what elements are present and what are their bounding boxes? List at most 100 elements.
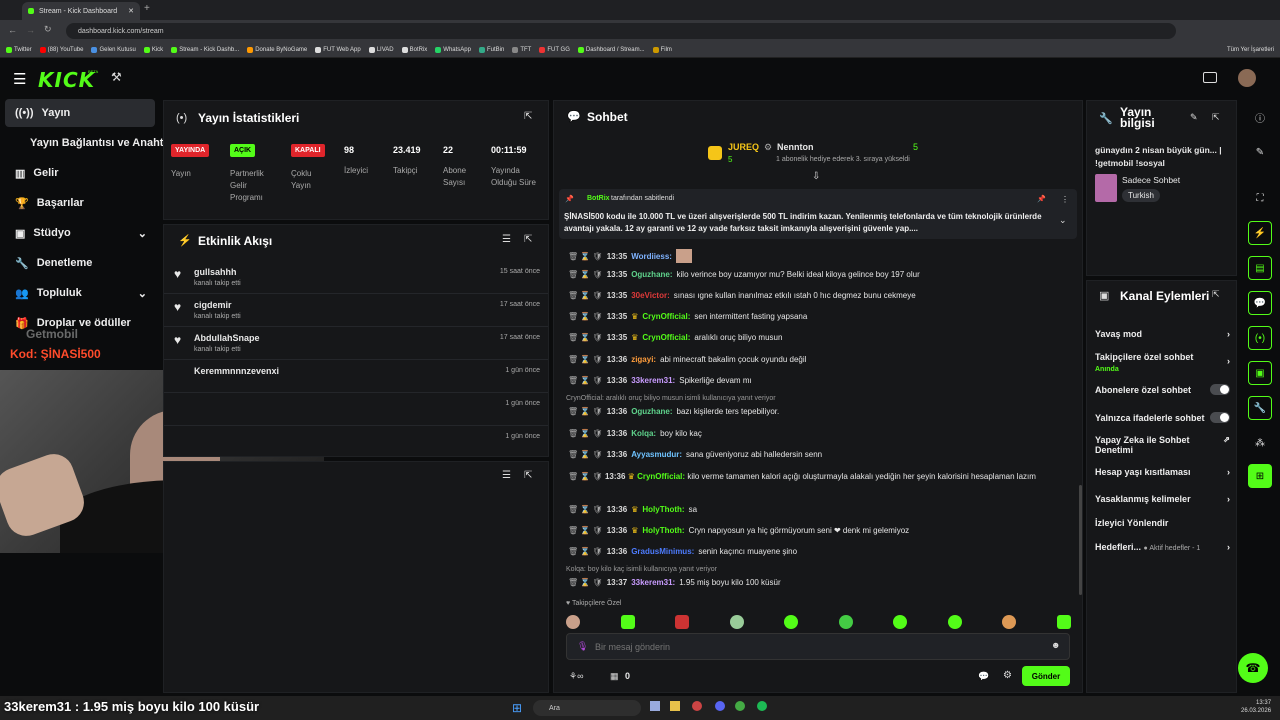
action-raid[interactable]: İzleyici Yönlendir: [1095, 518, 1230, 528]
all-bookmarks[interactable]: Tüm Yer İşaretleri: [1227, 47, 1274, 53]
activity-user[interactable]: Keremmnnnzevenxi: [194, 366, 279, 376]
bookmark[interactable]: (88) YouTube: [39, 46, 83, 53]
discord-icon[interactable]: [715, 701, 725, 711]
app-icon[interactable]: [692, 701, 702, 711]
emote-icon[interactable]: [675, 615, 690, 629]
emotes-only-toggle[interactable]: [1210, 412, 1230, 423]
bookmark[interactable]: FUT Web App: [315, 46, 361, 53]
chat-user[interactable]: Wordiiess:: [631, 252, 672, 261]
gift-sub-icon[interactable]: ⚘∞: [569, 671, 583, 682]
expand-icon[interactable]: ⇩: [812, 171, 820, 182]
bookmark[interactable]: Gelen Kutusu: [91, 46, 136, 53]
action-ai-moderation[interactable]: Yapay Zeka ile Sohbet Denetimi ⇗: [1095, 435, 1230, 455]
activity-user[interactable]: AbdullahSnape: [194, 333, 260, 343]
emote-icon[interactable]: [1056, 615, 1071, 629]
nav-item-community[interactable]: 👥 Topluluk ⌄: [5, 279, 155, 307]
file-explorer-icon[interactable]: [670, 701, 680, 711]
bookmark[interactable]: FutBin: [478, 46, 504, 53]
emote-icon[interactable]: [1002, 615, 1017, 629]
gifter-name[interactable]: Nennton: [777, 142, 814, 152]
bolt-icon[interactable]: ⚡: [1248, 221, 1272, 245]
chat-user[interactable]: zigayi:: [631, 355, 656, 364]
menu-icon[interactable]: ☰: [13, 70, 26, 88]
bookmark[interactable]: Twitter: [6, 46, 32, 53]
document-icon[interactable]: ▤: [1248, 256, 1272, 280]
unpin-icon[interactable]: 📌: [1037, 195, 1046, 203]
apps-icon[interactable]: ⁂: [1248, 431, 1272, 455]
moderation-icon[interactable]: ▣: [1248, 361, 1272, 385]
mod-icons[interactable]: 🗑 ⌛ 🛡: [568, 333, 603, 342]
url-field[interactable]: dashboard.kick.com/stream: [66, 23, 1176, 39]
forward-icon[interactable]: →: [26, 25, 35, 35]
chevron-down-icon[interactable]: ⌄: [1059, 215, 1067, 226]
bookmark[interactable]: TFT: [512, 46, 531, 53]
mod-icons[interactable]: 🗑 ⌛ 🛡: [568, 578, 603, 587]
close-tab-icon[interactable]: ✕: [128, 7, 134, 15]
mod-icons[interactable]: 🗑 ⌛ 🛡: [568, 376, 603, 385]
pinned-by[interactable]: BotRix: [587, 195, 610, 202]
info-icon[interactable]: ⓘ: [1248, 105, 1272, 129]
avatar[interactable]: [1238, 69, 1256, 87]
windows-start-icon[interactable]: ⊞: [512, 701, 522, 715]
popout-icon[interactable]: ⇱: [1212, 112, 1220, 123]
action-slow-mode[interactable]: Yavaş mod ›: [1095, 329, 1230, 339]
store-icon[interactable]: ▦: [610, 671, 619, 682]
chat-user[interactable]: 30eVictor:: [631, 291, 670, 300]
nav-item-stream-key[interactable]: Yayın Bağlantısı ve Anahtarı: [5, 129, 177, 157]
back-icon[interactable]: ←: [8, 25, 17, 35]
mod-icons[interactable]: 🗑 ⌛ 🛡: [568, 407, 603, 416]
focus-icon[interactable]: ⛶: [1248, 186, 1272, 210]
nav-item-revenue[interactable]: ▥ Gelir: [5, 159, 155, 187]
chat-user[interactable]: GradusMinimus:: [631, 547, 694, 556]
system-clock[interactable]: 13:37 26.03.2026: [1241, 699, 1271, 715]
emote-icon[interactable]: [893, 615, 908, 629]
chat-user[interactable]: 33kerem31:: [631, 376, 675, 385]
chat-scrollbar[interactable]: [1079, 485, 1082, 595]
mod-icons[interactable]: 🗑 ⌛ 🛡: [568, 547, 603, 556]
popout-icon[interactable]: ⇱: [524, 470, 532, 481]
chat-bubble-icon[interactable]: 💬: [978, 671, 989, 682]
chat-user[interactable]: CrynOfficial:: [637, 472, 685, 481]
more-icon[interactable]: ⋮: [1061, 195, 1069, 204]
emote-icon[interactable]: [566, 615, 580, 629]
chat-user[interactable]: Kolqa:: [631, 429, 656, 438]
popout-icon[interactable]: ⇱: [524, 111, 532, 122]
spotify-icon[interactable]: [757, 701, 767, 711]
emote-icon[interactable]: [620, 615, 635, 629]
gear-icon[interactable]: ⚙: [1003, 670, 1012, 681]
add-widget-icon[interactable]: ⊞: [1248, 464, 1272, 488]
bookmark[interactable]: Film: [652, 46, 672, 53]
emoji-icon[interactable]: ☻: [1051, 640, 1060, 650]
mod-icons[interactable]: 🗑 ⌛ 🛡: [568, 291, 603, 300]
filter-icon[interactable]: ☰: [502, 234, 511, 245]
bookmark[interactable]: FUT GG: [539, 46, 570, 53]
mic-icon[interactable]: 🎙: [577, 641, 588, 652]
chat-input[interactable]: [595, 639, 1035, 655]
bookmark[interactable]: Stream - Kick Dashb...: [171, 46, 239, 53]
activity-user[interactable]: cigdemir: [194, 300, 232, 310]
taskview-icon[interactable]: [650, 701, 660, 711]
emote-icon[interactable]: [838, 615, 853, 629]
bookmark[interactable]: BotRix: [401, 46, 427, 53]
send-button[interactable]: Gönder: [1022, 666, 1070, 686]
chat-user[interactable]: Oguzhane:: [631, 407, 672, 416]
taskbar-search[interactable]: Ara: [533, 700, 641, 716]
mod-icons[interactable]: 🗑 ⌛ 🛡: [568, 270, 603, 279]
chat-input-box[interactable]: 🎙 ☻: [566, 633, 1070, 660]
nav-item-achievements[interactable]: 🏆 Başarılar: [5, 189, 155, 217]
chat-user[interactable]: CrynOfficial:: [642, 312, 690, 321]
nav-item-studio[interactable]: ▣ Stüdyo ⌄: [5, 219, 155, 247]
bookmark[interactable]: Dashboard / Stream...: [577, 46, 645, 53]
reload-icon[interactable]: ↻: [44, 24, 52, 35]
action-banned-words[interactable]: Yasaklanmış kelimeler ›: [1095, 494, 1230, 504]
mod-icons[interactable]: 🗑 ⌛ 🛡: [568, 252, 603, 261]
bookmark[interactable]: Kick: [143, 46, 163, 53]
mod-icons[interactable]: 🗑 ⌛ 🛡: [568, 472, 603, 481]
support-chat-icon[interactable]: ☎: [1238, 653, 1268, 683]
action-followers-only[interactable]: Takipçilere özel sohbet Anında ›: [1095, 352, 1230, 375]
new-tab-icon[interactable]: +: [144, 3, 150, 14]
bookmark[interactable]: LIVAD: [368, 46, 394, 53]
bookmark[interactable]: WhatsApp: [435, 46, 471, 53]
chat-user[interactable]: Ayyasmudur:: [631, 450, 682, 459]
mod-icons[interactable]: 🗑 ⌛ 🛡: [568, 429, 603, 438]
